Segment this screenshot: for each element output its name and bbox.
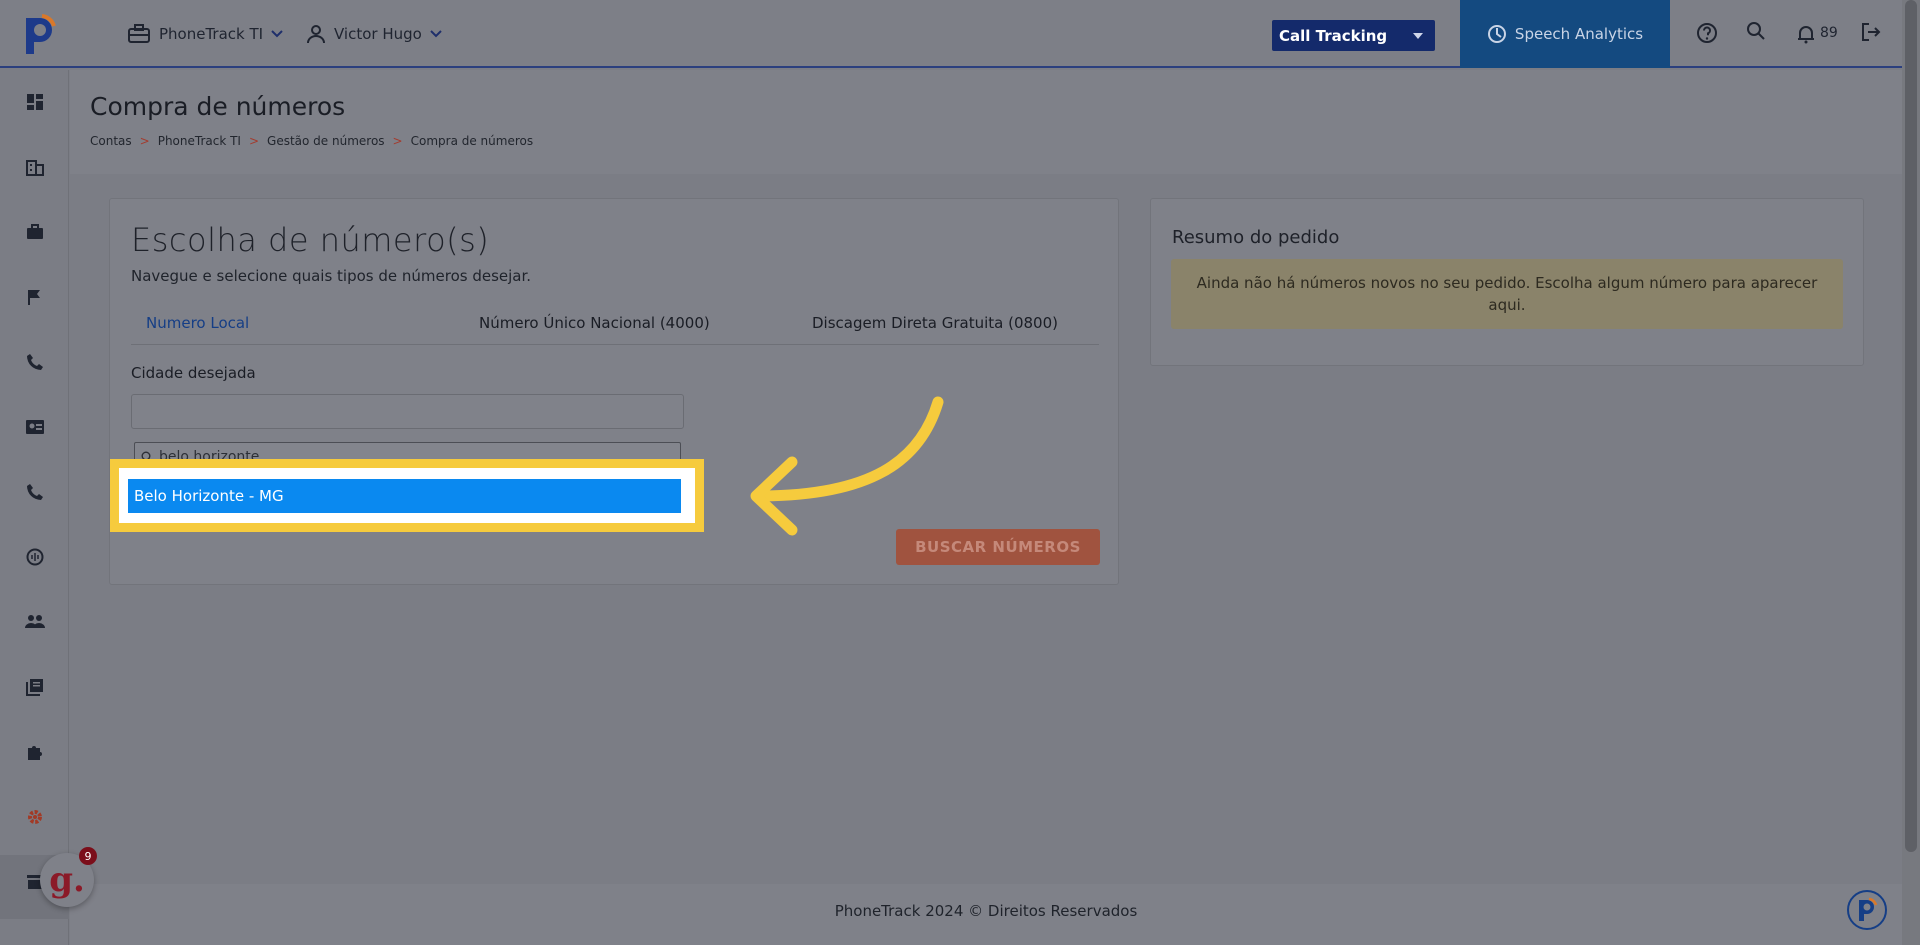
user-name: Victor Hugo xyxy=(334,25,422,43)
city-label: Cidade desejada xyxy=(131,364,256,382)
number-type-tabs: Numero Local Número Único Nacional (4000… xyxy=(131,305,1099,345)
card-subtitle: Navegue e selecione quais tipos de númer… xyxy=(131,267,532,285)
product-select[interactable]: Call Tracking xyxy=(1272,20,1435,51)
order-summary-card: Resumo do pedido Ainda não há números no… xyxy=(1150,198,1864,366)
phone-icon xyxy=(27,484,43,500)
sidebar-item-calls[interactable] xyxy=(24,351,46,373)
sidebar-item-companies[interactable] xyxy=(24,156,46,178)
sidebar-item-contacts[interactable] xyxy=(24,416,46,438)
annotation-arrow-icon xyxy=(750,396,944,536)
account-menu[interactable]: PhoneTrack TI xyxy=(127,22,283,46)
tab-national-number[interactable]: Número Único Nacional (4000) xyxy=(479,314,710,332)
page-header: Compra de números Contas > PhoneTrack TI… xyxy=(70,70,1902,174)
book-icon xyxy=(26,679,43,696)
building-icon xyxy=(26,160,44,176)
speech-analytics-icon xyxy=(1487,25,1506,43)
card-title: Escolha de número(s) xyxy=(131,221,490,259)
city-option-belo-horizonte[interactable]: Belo Horizonte - MG xyxy=(128,479,681,513)
phone-icon xyxy=(27,354,43,370)
sidebar-item-numbers[interactable] xyxy=(24,481,46,503)
product-select-value: Call Tracking xyxy=(1279,26,1388,45)
briefcase-icon xyxy=(27,224,43,239)
account-name: PhoneTrack TI xyxy=(159,25,264,43)
breadcrumb-separator: > xyxy=(248,134,260,148)
dashboard-icon xyxy=(27,94,43,110)
breadcrumb: Contas > PhoneTrack TI > Gestão de númer… xyxy=(90,134,533,148)
notification-count: 89 xyxy=(1820,25,1838,41)
sidebar-item-users[interactable] xyxy=(24,611,46,633)
phonetrack-chat-icon xyxy=(1859,897,1878,921)
briefcase-icon xyxy=(128,24,150,43)
gear-icon xyxy=(28,810,42,824)
breadcrumb-item-current: Compra de números xyxy=(410,134,534,148)
breadcrumb-item-number-management[interactable]: Gestão de números xyxy=(267,134,385,148)
footer: PhoneTrack 2024 © Direitos Reservados xyxy=(70,884,1902,945)
city-select[interactable] xyxy=(131,394,684,429)
empty-order-alert: Ainda não há números novos no seu pedido… xyxy=(1171,259,1843,329)
scrollbar-thumb[interactable] xyxy=(1905,0,1917,852)
help-icon[interactable] xyxy=(1696,22,1718,44)
breadcrumb-item-account[interactable]: PhoneTrack TI xyxy=(158,134,241,148)
contact-card-icon xyxy=(26,420,44,434)
chat-button[interactable] xyxy=(1847,890,1887,930)
tab-local-number[interactable]: Numero Local xyxy=(146,314,249,332)
sidebar-item-reports[interactable] xyxy=(24,676,46,698)
speech-analytics-label: Speech Analytics xyxy=(1514,25,1644,43)
top-header: PhoneTrack TI Victor Hugo Call Tracking … xyxy=(0,0,1902,68)
sidebar-item-integrations[interactable] xyxy=(24,741,46,763)
order-summary-title: Resumo do pedido xyxy=(1172,227,1340,248)
sidebar-item-accounts[interactable] xyxy=(24,221,46,243)
flag-icon xyxy=(28,290,40,305)
breadcrumb-separator: > xyxy=(392,134,403,148)
chevron-down-icon xyxy=(271,30,283,38)
users-icon xyxy=(25,615,45,628)
sidebar-item-speech[interactable] xyxy=(24,546,46,568)
tab-toll-free[interactable]: Discagem Direta Gratuita (0800) xyxy=(812,314,1058,332)
sidebar-item-settings[interactable] xyxy=(24,806,46,828)
help-widget-count: 9 xyxy=(79,847,97,865)
bell-icon[interactable] xyxy=(1796,24,1816,44)
sidebar-item-dashboard[interactable] xyxy=(24,91,46,113)
user-icon xyxy=(307,25,325,44)
sidebar xyxy=(0,70,69,945)
sidebar-item-campaigns[interactable] xyxy=(24,286,46,308)
puzzle-icon xyxy=(28,746,42,760)
speech-analytics-button[interactable]: Speech Analytics xyxy=(1460,0,1670,68)
page-title: Compra de números xyxy=(90,92,346,121)
logout-icon[interactable] xyxy=(1860,21,1882,43)
help-widget-letter: g. xyxy=(49,860,85,900)
chevron-down-icon xyxy=(430,30,442,38)
caret-down-icon xyxy=(1413,33,1423,39)
highlight-frame: Belo Horizonte - MG xyxy=(110,459,704,532)
search-icon[interactable] xyxy=(1745,20,1767,42)
user-menu[interactable]: Victor Hugo xyxy=(306,22,442,46)
footer-text: PhoneTrack 2024 © Direitos Reservados xyxy=(834,902,1138,920)
breadcrumb-separator: > xyxy=(139,134,150,148)
breadcrumb-item-accounts[interactable]: Contas xyxy=(90,134,132,148)
phonetrack-logo[interactable] xyxy=(20,12,60,56)
waveform-icon xyxy=(26,548,44,566)
